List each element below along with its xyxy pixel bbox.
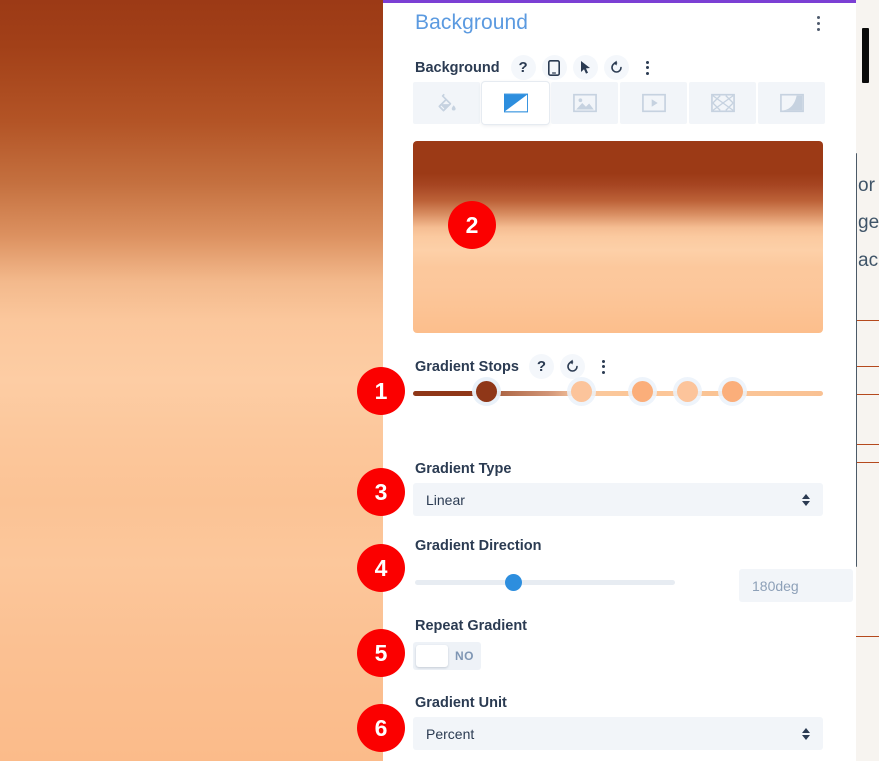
gradient-stop-handle-4[interactable]	[677, 381, 699, 402]
gradient-direction-slider-track[interactable]	[415, 580, 675, 585]
gradient-direction-value-field[interactable]: 180deg	[739, 569, 853, 602]
tab-background-pattern[interactable]	[689, 82, 756, 124]
chevron-updown-icon	[802, 493, 810, 506]
callout-badge-2: 2	[448, 201, 496, 249]
document-rule-line	[856, 636, 879, 637]
tab-background-video[interactable]	[620, 82, 687, 124]
help-icon[interactable]: ?	[510, 55, 536, 80]
document-rule-line	[856, 394, 879, 395]
gradient-stop-handle-1[interactable]	[476, 381, 498, 402]
chevron-updown-icon	[802, 727, 810, 740]
gradient-direction-value: 180deg	[752, 577, 799, 594]
tab-background-mask[interactable]	[758, 82, 825, 124]
repeat-gradient-toggle[interactable]: NO	[413, 642, 481, 670]
gradient-unit-value: Percent	[426, 725, 475, 742]
document-text-fragment: or	[858, 175, 875, 196]
document-rule-line	[856, 320, 879, 321]
tab-background-color[interactable]	[413, 82, 480, 124]
gradient-stop-handle-2[interactable]	[570, 381, 592, 402]
panel-scrollbar[interactable]	[850, 6, 856, 761]
background-subheader-label: Background	[415, 59, 500, 76]
gradient-stops-track[interactable]	[413, 391, 823, 396]
gradient-unit-label: Gradient Unit	[415, 695, 507, 711]
tab-background-image[interactable]	[551, 82, 618, 124]
background-settings-panel: Background Background ? Gradient Stops ?…	[383, 0, 856, 761]
gradient-stop-handle-5[interactable]	[722, 381, 744, 402]
reset-undo-icon[interactable]	[559, 354, 585, 379]
kebab-menu-icon[interactable]	[591, 354, 616, 379]
page-content-column: or ge ac	[856, 0, 879, 761]
responsive-device-icon[interactable]	[541, 55, 567, 80]
gradient-stop-handle-3[interactable]	[632, 381, 654, 402]
callout-badge-6: 6	[357, 704, 405, 752]
repeat-gradient-label: Repeat Gradient	[415, 618, 527, 634]
gradient-stops-slider[interactable]	[413, 381, 823, 402]
gradient-type-select[interactable]: Linear	[413, 483, 823, 516]
callout-badge-1: 1	[357, 367, 405, 415]
callout-badge-4: 4	[357, 544, 405, 592]
screenshot-root: or ge ac Background Background ? Gradien…	[0, 0, 879, 761]
kebab-menu-icon[interactable]	[635, 55, 660, 80]
gradient-unit-select[interactable]: Percent	[413, 717, 823, 750]
toggle-knob	[416, 645, 448, 667]
callout-badge-5: 5	[357, 629, 405, 677]
document-rule-line	[856, 444, 879, 445]
reset-undo-icon[interactable]	[603, 55, 629, 80]
document-text-fragment: ac	[858, 250, 879, 271]
cursor-pointer-icon[interactable]	[572, 55, 598, 80]
gradient-stops-label: Gradient Stops	[415, 358, 519, 375]
repeat-gradient-state: NO	[455, 649, 474, 663]
document-rule-line	[856, 366, 879, 367]
gradient-direction-control: 180deg	[413, 569, 853, 602]
callout-badge-3: 3	[357, 468, 405, 516]
page-title: Background	[415, 11, 529, 34]
help-icon[interactable]: ?	[528, 354, 554, 379]
gradient-type-value: Linear	[426, 491, 465, 508]
panel-kebab-menu-icon[interactable]	[810, 16, 826, 36]
gradient-stops-header: Gradient Stops ?	[415, 354, 616, 379]
document-text-fragment: ge	[858, 212, 879, 233]
background-subheader: Background ?	[415, 55, 660, 80]
tab-background-gradient[interactable]	[482, 82, 549, 124]
gradient-direction-slider-thumb[interactable]	[505, 574, 523, 591]
background-type-tabs	[413, 82, 825, 124]
gradient-type-label: Gradient Type	[415, 461, 512, 477]
gradient-direction-label: Gradient Direction	[415, 538, 542, 554]
document-rule-line	[856, 462, 879, 463]
page-scrollbar-thumb[interactable]	[862, 28, 869, 83]
